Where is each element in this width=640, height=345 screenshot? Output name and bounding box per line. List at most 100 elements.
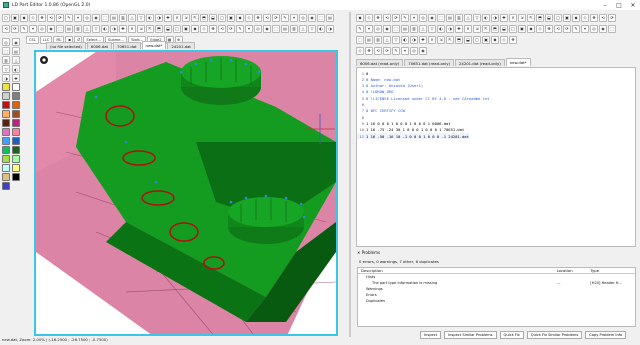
tool-icon[interactable]: ◎: [2, 38, 10, 46]
tool-icon[interactable]: ▢: [473, 35, 481, 44]
tool-icon[interactable]: ◐: [146, 13, 154, 22]
tool-icon[interactable]: ▢: [173, 24, 181, 33]
color-swatch[interactable]: [12, 173, 20, 181]
color-swatch[interactable]: [12, 164, 20, 172]
tool-icon[interactable]: ⟳: [383, 46, 391, 55]
color-swatch[interactable]: [2, 83, 10, 91]
tool-icon[interactable]: ◑: [155, 13, 163, 22]
color-swatch[interactable]: [2, 173, 10, 181]
column-description[interactable]: Description: [358, 268, 557, 273]
copy-problem-info-button[interactable]: Copy Problem Info: [585, 331, 627, 339]
tool-icon[interactable]: ▽: [308, 24, 316, 33]
editor-line[interactable]: 20 Name: new.dat: [357, 76, 401, 82]
tool-icon[interactable]: ▤: [65, 24, 73, 33]
editor-line[interactable]: 10: [357, 70, 369, 76]
tool-icon[interactable]: ⟲: [374, 46, 382, 55]
quick-fix-button[interactable]: Quick Fix: [499, 331, 524, 339]
tool-icon[interactable]: ⬚: [56, 24, 64, 33]
split-handle[interactable]: [349, 12, 351, 337]
tool-icon[interactable]: ✥: [209, 24, 217, 33]
tool-icon[interactable]: ⌖: [290, 13, 298, 22]
tool-icon[interactable]: ✥: [365, 46, 373, 55]
tool-icon[interactable]: ◆: [491, 35, 499, 44]
inspect-button[interactable]: Inspect: [420, 331, 442, 339]
gear-icon[interactable]: [40, 56, 48, 64]
tool-icon[interactable]: ✎: [401, 13, 409, 22]
tool-icon[interactable]: ▥: [74, 24, 82, 33]
tool-icon[interactable]: ⟲: [599, 13, 607, 22]
tool-icon[interactable]: ◇: [365, 13, 373, 22]
color-swatch[interactable]: [12, 83, 20, 91]
tool-icon[interactable]: ▤: [110, 13, 118, 22]
column-type[interactable]: Type: [590, 268, 635, 273]
tool-icon[interactable]: ⬚: [317, 13, 325, 22]
editor-line[interactable]: 6: [357, 102, 366, 108]
editor-line[interactable]: 70 BFC CERTIFY CCW: [357, 108, 405, 114]
color-swatch[interactable]: [12, 146, 20, 154]
tool-icon[interactable]: ⬓: [164, 24, 172, 33]
tool-icon[interactable]: ▽: [137, 13, 145, 22]
tool-icon[interactable]: ▣: [563, 13, 571, 22]
tool-icon[interactable]: ⟲: [383, 13, 391, 22]
maximize-icon[interactable]: □: [612, 0, 626, 10]
tool-icon[interactable]: △: [12, 56, 20, 64]
tool-icon[interactable]: ◆: [236, 13, 244, 22]
tool-icon[interactable]: ✕: [509, 13, 517, 22]
tool-icon[interactable]: ⟳: [272, 13, 280, 22]
tool-icon[interactable]: ✥: [590, 13, 598, 22]
tab-70651-readonly[interactable]: 70651.dat (read-only): [404, 59, 454, 66]
tool-icon[interactable]: ⬚: [392, 24, 400, 33]
color-swatch[interactable]: [2, 164, 10, 172]
tool-icon[interactable]: ▤: [365, 35, 373, 44]
tool-icon[interactable]: ✥: [374, 13, 382, 22]
tool-icon[interactable]: ✚: [455, 24, 463, 33]
color-swatch[interactable]: [2, 128, 10, 136]
tab-new-editor[interactable]: new.dat*: [505, 58, 531, 66]
tool-icon[interactable]: △: [128, 13, 136, 22]
tool-icon[interactable]: ✎: [572, 24, 580, 33]
tool-icon[interactable]: △: [299, 24, 307, 33]
tool-icon[interactable]: ▢: [554, 13, 562, 22]
tool-icon[interactable]: ▥: [119, 13, 127, 22]
tool-icon[interactable]: ◉: [47, 24, 55, 33]
tab-24201-readonly[interactable]: 24201.dat (read-only): [455, 59, 505, 66]
tool-icon[interactable]: ⌖: [401, 46, 409, 55]
tool-icon[interactable]: ⟳: [608, 13, 616, 22]
tool-icon[interactable]: ◎: [590, 24, 598, 33]
tool-icon[interactable]: ⌖: [581, 24, 589, 33]
tool-icon[interactable]: ▽: [92, 24, 100, 33]
tool-icon[interactable]: ▤: [281, 24, 289, 33]
tool-icon[interactable]: ▤: [12, 47, 20, 55]
tool-icon[interactable]: △: [383, 35, 391, 44]
tool-icon[interactable]: ⇱: [191, 13, 199, 22]
tool-icon[interactable]: ◉: [12, 38, 20, 46]
tool-icon[interactable]: ▣: [227, 13, 235, 22]
tool-icon[interactable]: ◑: [491, 13, 499, 22]
tool-icon[interactable]: ✥: [38, 13, 46, 22]
tool-icon[interactable]: ▣: [518, 24, 526, 33]
tool-icon[interactable]: ⬚: [356, 35, 364, 44]
tool-icon[interactable]: ▽: [392, 35, 400, 44]
tool-icon[interactable]: ⟳: [227, 24, 235, 33]
tool-icon[interactable]: ⟳: [563, 24, 571, 33]
editor-line[interactable]: 91 16 0 0 0 1 0 0 0 1 0 0 0 1 6006.dat: [357, 120, 451, 126]
tool-icon[interactable]: ▥: [455, 13, 463, 22]
tool-icon[interactable]: ✥: [545, 24, 553, 33]
tool-icon[interactable]: ◎: [38, 24, 46, 33]
tool-icon[interactable]: ✕: [173, 13, 181, 22]
tool-icon[interactable]: ◐: [401, 35, 409, 44]
tool-icon[interactable]: ◐: [437, 24, 445, 33]
tool-icon[interactable]: ◎: [83, 13, 91, 22]
tool-icon[interactable]: ⇲: [137, 24, 145, 33]
tab-new[interactable]: new.dat*: [141, 41, 167, 49]
tool-icon[interactable]: ◉: [263, 24, 271, 33]
tool-icon[interactable]: ⇲: [518, 13, 526, 22]
tool-icon[interactable]: ◎: [410, 46, 418, 55]
tool-icon[interactable]: ◑: [326, 24, 334, 33]
tool-icon[interactable]: ⬒: [155, 24, 163, 33]
tool-icon[interactable]: ◑: [446, 24, 454, 33]
tool-icon[interactable]: ▤: [326, 13, 334, 22]
column-location[interactable]: Location: [557, 268, 591, 273]
color-swatch[interactable]: [2, 92, 10, 100]
tool-icon[interactable]: ⬚: [2, 47, 10, 55]
